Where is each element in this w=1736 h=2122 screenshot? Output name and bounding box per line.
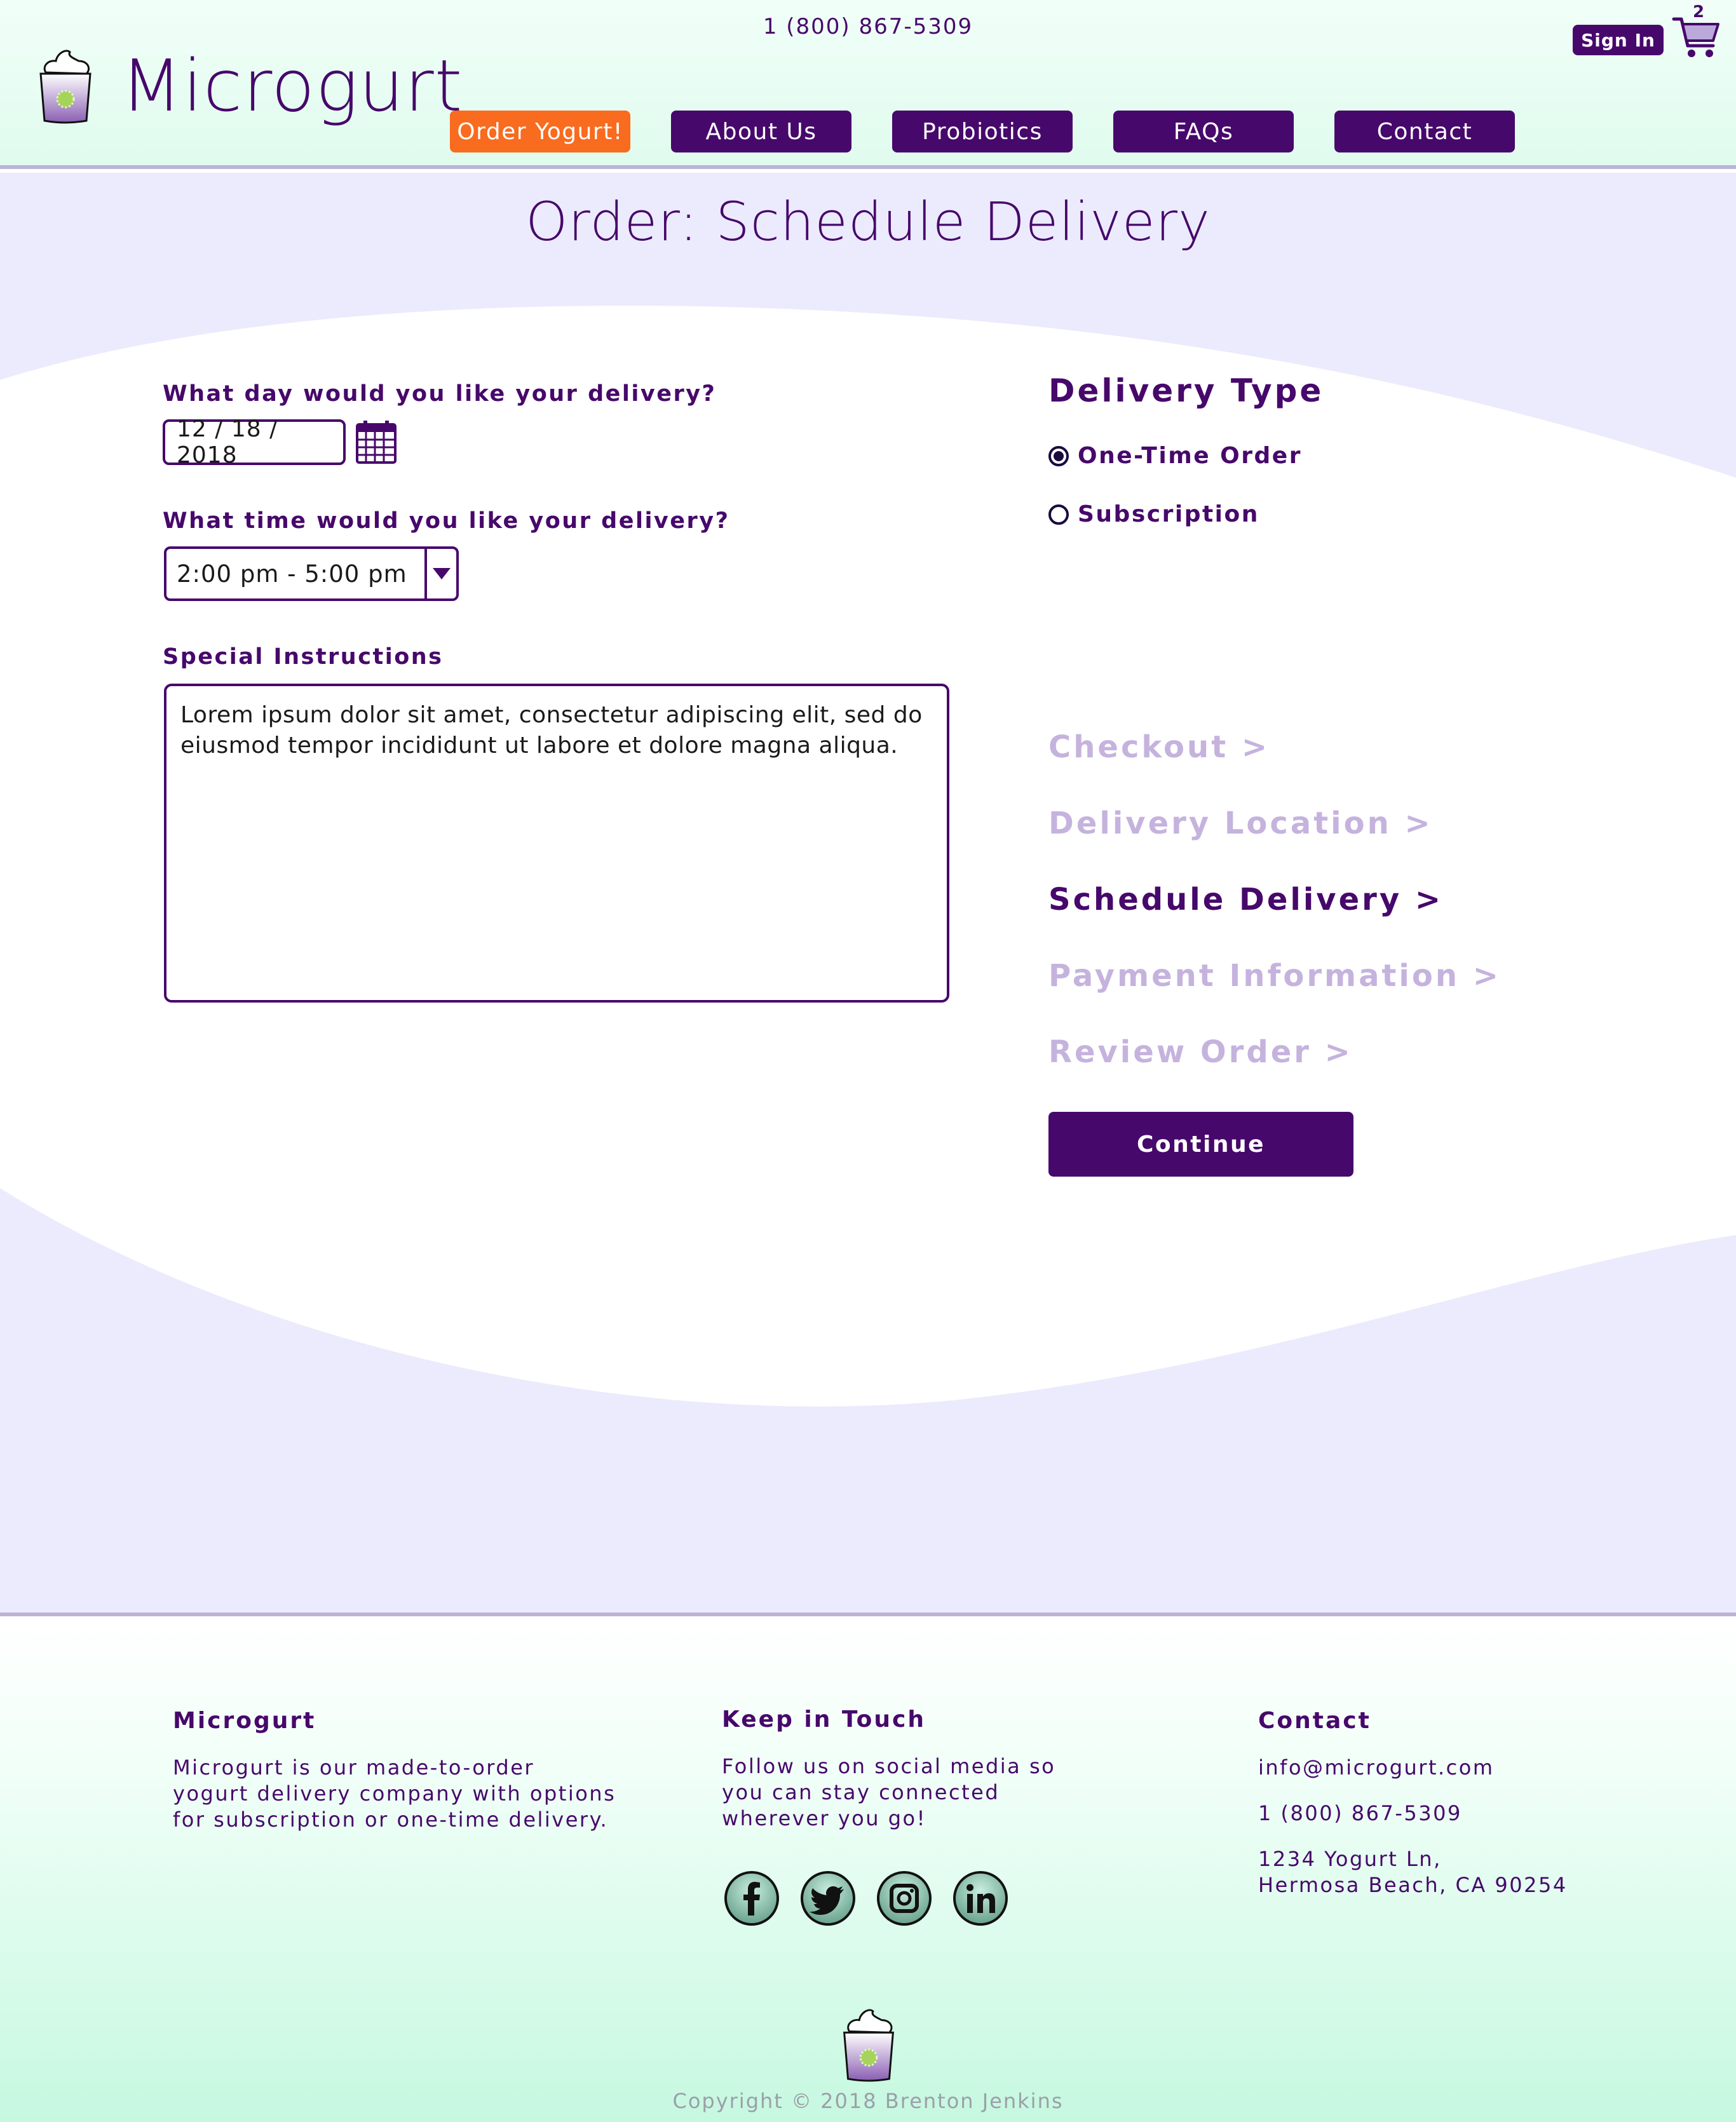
radio-label: Subscription [1078, 501, 1259, 527]
instagram-icon[interactable] [876, 1870, 933, 1927]
nav-order-yogurt[interactable]: Order Yogurt! [450, 111, 630, 152]
date-input[interactable]: 12 / 18 / 2018 [163, 416, 346, 468]
special-instructions-textarea[interactable]: Lorem ipsum dolor sit amet, consectetur … [164, 684, 949, 1003]
twitter-icon[interactable] [799, 1870, 857, 1927]
footer-address-line1: 1234 Yogurt Ln, [1258, 1847, 1442, 1871]
radio-label: One-Time Order [1078, 443, 1302, 469]
time-select-value: 2:00 pm - 5:00 pm [177, 560, 407, 588]
instructions-label: Special Instructions [163, 644, 444, 670]
nav-probiotics[interactable]: Probiotics [892, 111, 1073, 152]
footer-touch-title: Keep in Touch [722, 1706, 926, 1733]
step-delivery-location[interactable]: Delivery Location > [1048, 806, 1433, 841]
chevron-down-icon [433, 568, 451, 579]
header-phone[interactable]: 1 (800) 867-5309 [0, 14, 1736, 39]
footer-address-line2: Hermosa Beach, CA 90254 [1258, 1873, 1568, 1897]
radio-subscription[interactable]: Subscription [1048, 501, 1259, 527]
sign-in-button[interactable]: Sign In [1573, 25, 1664, 55]
brand-logo-text[interactable]: Microgurt [121, 51, 463, 122]
radio-one-time-order[interactable]: One-Time Order [1048, 443, 1302, 469]
site-header: 1 (800) 867-5309 Microgurt Order Yogurt!… [0, 0, 1736, 169]
footer-logo-icon[interactable] [840, 2004, 897, 2083]
step-review-order[interactable]: Review Order > [1048, 1034, 1353, 1070]
step-schedule-delivery[interactable]: Schedule Delivery > [1048, 882, 1443, 917]
step-checkout[interactable]: Checkout > [1048, 729, 1270, 765]
time-select[interactable]: 2:00 pm - 5:00 pm [164, 546, 459, 601]
delivery-type-title: Delivery Type [1048, 372, 1324, 409]
time-label: What time would you like your delivery? [163, 508, 730, 534]
radio-button[interactable] [1048, 504, 1069, 525]
footer-touch-text: Follow us on social media so you can sta… [722, 1754, 1056, 1830]
facebook-icon[interactable] [723, 1870, 780, 1927]
nav-faqs[interactable]: FAQs [1113, 111, 1294, 152]
page-title: Order: Schedule Delivery [526, 191, 1210, 253]
nav-about-us[interactable]: About Us [671, 111, 851, 152]
linkedin-icon[interactable] [952, 1870, 1009, 1927]
footer-contact-title: Contact [1258, 1708, 1371, 1734]
continue-button[interactable]: Continue [1048, 1112, 1353, 1177]
date-label: What day would you like your delivery? [163, 381, 717, 407]
calendar-icon[interactable] [356, 419, 397, 464]
dropdown-arrow[interactable] [424, 549, 456, 598]
yogurt-logo-icon[interactable] [37, 44, 94, 125]
radio-button-selected[interactable] [1048, 445, 1069, 466]
footer-phone[interactable]: 1 (800) 867-5309 [1258, 1801, 1462, 1827]
footer-about-text: Microgurt is our made-to-order yogurt de… [173, 1755, 616, 1832]
step-payment-information[interactable]: Payment Information > [1048, 958, 1501, 994]
footer-email-link[interactable]: info@microgurt.com [1258, 1755, 1495, 1781]
copyright-text: Copyright © 2018 Brenton Jenkins [672, 2089, 1064, 2113]
footer-about-title: Microgurt [173, 1708, 316, 1734]
nav-contact[interactable]: Contact [1334, 111, 1515, 152]
cart-count-badge: 2 [1693, 3, 1705, 22]
